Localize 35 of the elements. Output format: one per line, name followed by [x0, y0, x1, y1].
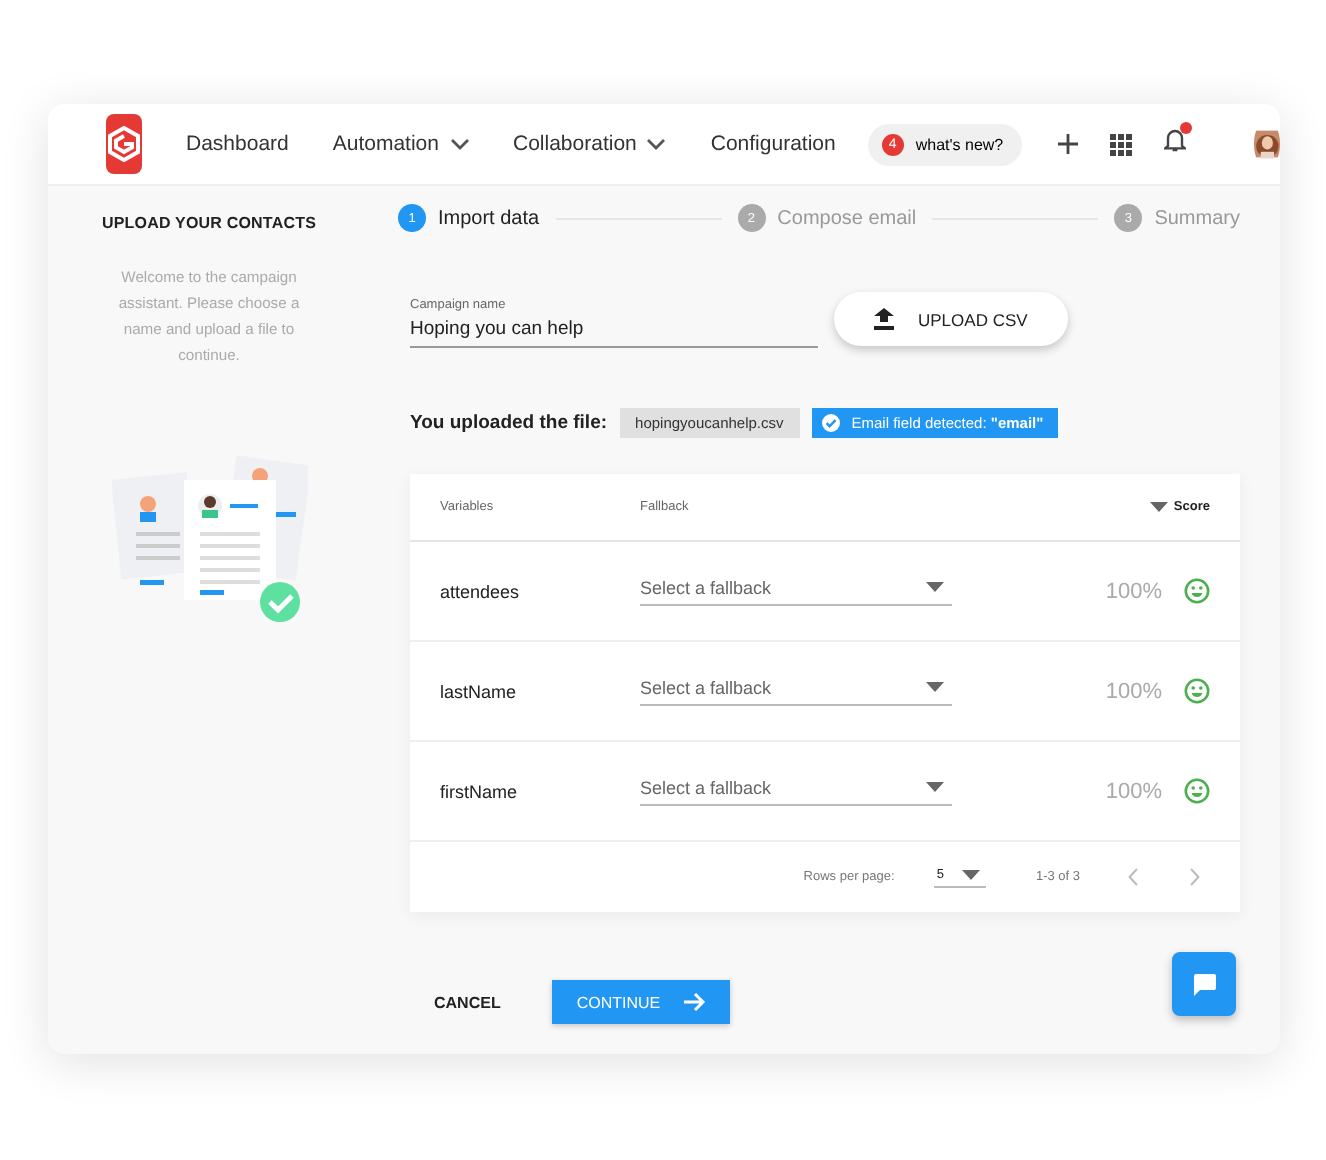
plus-icon[interactable] [1057, 134, 1078, 154]
logo-icon[interactable] [106, 114, 142, 174]
nav-link[interactable]: Collaboration [513, 132, 667, 156]
chat-button[interactable] [1172, 952, 1236, 1016]
sidebar-title: UPLOAD YOUR CONTACTS [101, 214, 317, 232]
score-value: 100% [1105, 779, 1162, 803]
nav-link[interactable]: Configuration [710, 132, 836, 156]
variable-name: firstName [440, 781, 520, 801]
smiley-icon [1184, 678, 1210, 704]
fallback-select[interactable]: Select a fallback [640, 577, 952, 605]
chevron-down-icon [449, 138, 469, 150]
nav-link[interactable]: Dashboard [186, 132, 289, 156]
caret-icon [926, 782, 944, 792]
fallback-select[interactable]: Select a fallback [640, 777, 952, 805]
caret-icon [961, 869, 980, 879]
variable-name: attendees [440, 581, 522, 601]
arrow-right-icon [684, 992, 707, 1012]
cancel-button[interactable]: CANCEL [422, 991, 513, 1013]
uploaded-file-label: You uploaded the file: [410, 412, 608, 434]
chevron-down-icon [646, 138, 667, 150]
score-value: 100% [1105, 679, 1162, 703]
caret-icon [926, 682, 944, 692]
score-value: 100% [1105, 579, 1162, 603]
smiley-icon [1184, 578, 1210, 604]
sort-caret-icon [1149, 502, 1168, 512]
variable-name: lastName [440, 681, 519, 701]
chat-icon [1192, 973, 1216, 995]
nav-link[interactable]: Automation [332, 132, 469, 156]
upload-csv-button[interactable]: UPLOAD CSV [834, 292, 1068, 346]
fallback-select[interactable]: Select a fallback [640, 677, 952, 705]
caret-icon [926, 582, 944, 592]
check-circle-icon [821, 414, 840, 432]
apps-grid-icon[interactable] [1109, 133, 1132, 155]
upload-icon [874, 308, 894, 330]
smiley-icon [1184, 778, 1210, 804]
